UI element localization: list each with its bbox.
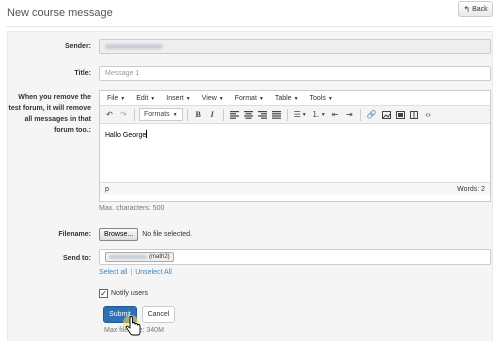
- italic-icon[interactable]: I: [206, 108, 219, 121]
- bold-icon[interactable]: B: [192, 108, 205, 121]
- browse-button[interactable]: Browse...: [99, 228, 139, 241]
- text-caret: [146, 130, 148, 138]
- toolbar-separator: [359, 108, 361, 121]
- sender-value-redacted: [105, 44, 163, 49]
- chevron-down-icon: ▼: [218, 95, 224, 102]
- no-file-text: No file selected.: [142, 231, 192, 238]
- chevron-down-icon: ▼: [172, 111, 178, 118]
- recipient-suffix: (math2): [149, 254, 170, 260]
- toolbar-separator: [222, 108, 224, 121]
- chevron-down-icon: ▼: [258, 95, 264, 102]
- numbered-list-icon[interactable]: ⒈ ▼: [310, 108, 328, 121]
- sender-label: Sender:: [64, 43, 91, 50]
- link-separator: |: [130, 269, 133, 276]
- chevron-down-icon: ▼: [185, 95, 191, 102]
- menu-insert[interactable]: Insert ▼: [162, 95, 197, 102]
- back-button[interactable]: ↰ Back: [458, 1, 493, 17]
- link-icon[interactable]: 🔗: [365, 108, 379, 121]
- unselect-all-link[interactable]: Unselect All: [135, 269, 172, 276]
- image-icon[interactable]: [380, 108, 393, 121]
- editor-path[interactable]: p: [105, 186, 109, 193]
- chevron-down-icon: ▼: [120, 95, 126, 102]
- align-justify-icon[interactable]: [270, 108, 283, 121]
- menu-file[interactable]: File ▼: [103, 95, 132, 102]
- editor-content[interactable]: Hallo George: [100, 124, 490, 182]
- editor-text: Hallo George: [105, 132, 147, 139]
- chevron-down-icon: ▼: [150, 95, 156, 102]
- align-right-icon[interactable]: [256, 108, 269, 121]
- filename-label: Filename:: [58, 231, 91, 238]
- table-icon[interactable]: [408, 108, 421, 121]
- undo-icon[interactable]: ↶: [103, 108, 116, 121]
- chevron-down-icon: ▼: [327, 95, 333, 102]
- editor-toolbar: ↶ ↷ Formats ▼ B I ☰ ▼ ⒈ ▼ ⇤ ⇥ 🔗 ‹›: [100, 106, 490, 124]
- notify-users-option[interactable]: ✓ Notify users: [99, 289, 148, 298]
- formats-dropdown[interactable]: Formats ▼: [139, 108, 183, 121]
- title-input[interactable]: Message 1: [99, 66, 491, 81]
- indent-icon[interactable]: ⇥: [343, 108, 356, 121]
- chevron-down-icon: ▼: [293, 95, 299, 102]
- send-to-label: Send to:: [63, 255, 91, 262]
- menu-table[interactable]: Table ▼: [271, 95, 306, 102]
- editor-menubar: File ▼ Edit ▼ Insert ▼ View ▼ Format ▼ Table ▼…: [100, 91, 490, 106]
- max-characters-hint: Max. characters: 500: [99, 205, 165, 212]
- header-divider: [7, 26, 493, 27]
- rich-text-editor[interactable]: File ▼ Edit ▼ Insert ▼ View ▼ Format ▼ Table ▼…: [99, 90, 491, 202]
- menu-edit[interactable]: Edit ▼: [132, 95, 162, 102]
- align-center-icon[interactable]: [242, 108, 255, 121]
- form-panel: Sender: Title: Message 1 When you remove…: [7, 31, 493, 341]
- back-arrow-icon: ↰: [463, 4, 471, 14]
- recipient-name-redacted: [109, 255, 147, 259]
- selection-links: Select all | Unselect All: [99, 269, 172, 276]
- toolbar-separator: [186, 108, 188, 121]
- bullet-list-icon[interactable]: ☰ ▼: [292, 108, 309, 121]
- notify-checkbox[interactable]: ✓: [99, 289, 108, 298]
- align-left-icon[interactable]: [228, 108, 241, 121]
- recipient-tag[interactable]: (math2): [105, 252, 174, 262]
- title-label: Title:: [74, 70, 91, 77]
- recipients-field[interactable]: (math2): [99, 249, 491, 265]
- menu-view[interactable]: View ▼: [198, 95, 231, 102]
- sender-field: [99, 39, 491, 54]
- toolbar-separator: [134, 108, 135, 121]
- redo-icon[interactable]: ↷: [117, 108, 130, 121]
- menu-format[interactable]: Format ▼: [231, 95, 271, 102]
- back-button-label: Back: [472, 5, 488, 13]
- editor-statusbar: p Words: 2: [100, 182, 490, 195]
- source-code-icon[interactable]: ‹›: [422, 108, 435, 121]
- notify-label: Notify users: [111, 290, 148, 297]
- page-title: New course message: [7, 7, 113, 19]
- menu-tools[interactable]: Tools ▼: [306, 95, 340, 102]
- word-count: Words: 2: [457, 185, 485, 193]
- title-input-placeholder: Message 1: [105, 70, 140, 77]
- cancel-button[interactable]: Cancel: [142, 306, 175, 323]
- message-label: When you remove the test forum, it will …: [8, 94, 91, 134]
- hand-cursor-icon: [123, 315, 141, 336]
- outdent-icon[interactable]: ⇤: [329, 108, 342, 121]
- toolbar-separator: [286, 108, 288, 121]
- media-icon[interactable]: [394, 108, 407, 121]
- select-all-link[interactable]: Select all: [99, 269, 127, 276]
- file-input: Browse... No file selected.: [99, 228, 192, 241]
